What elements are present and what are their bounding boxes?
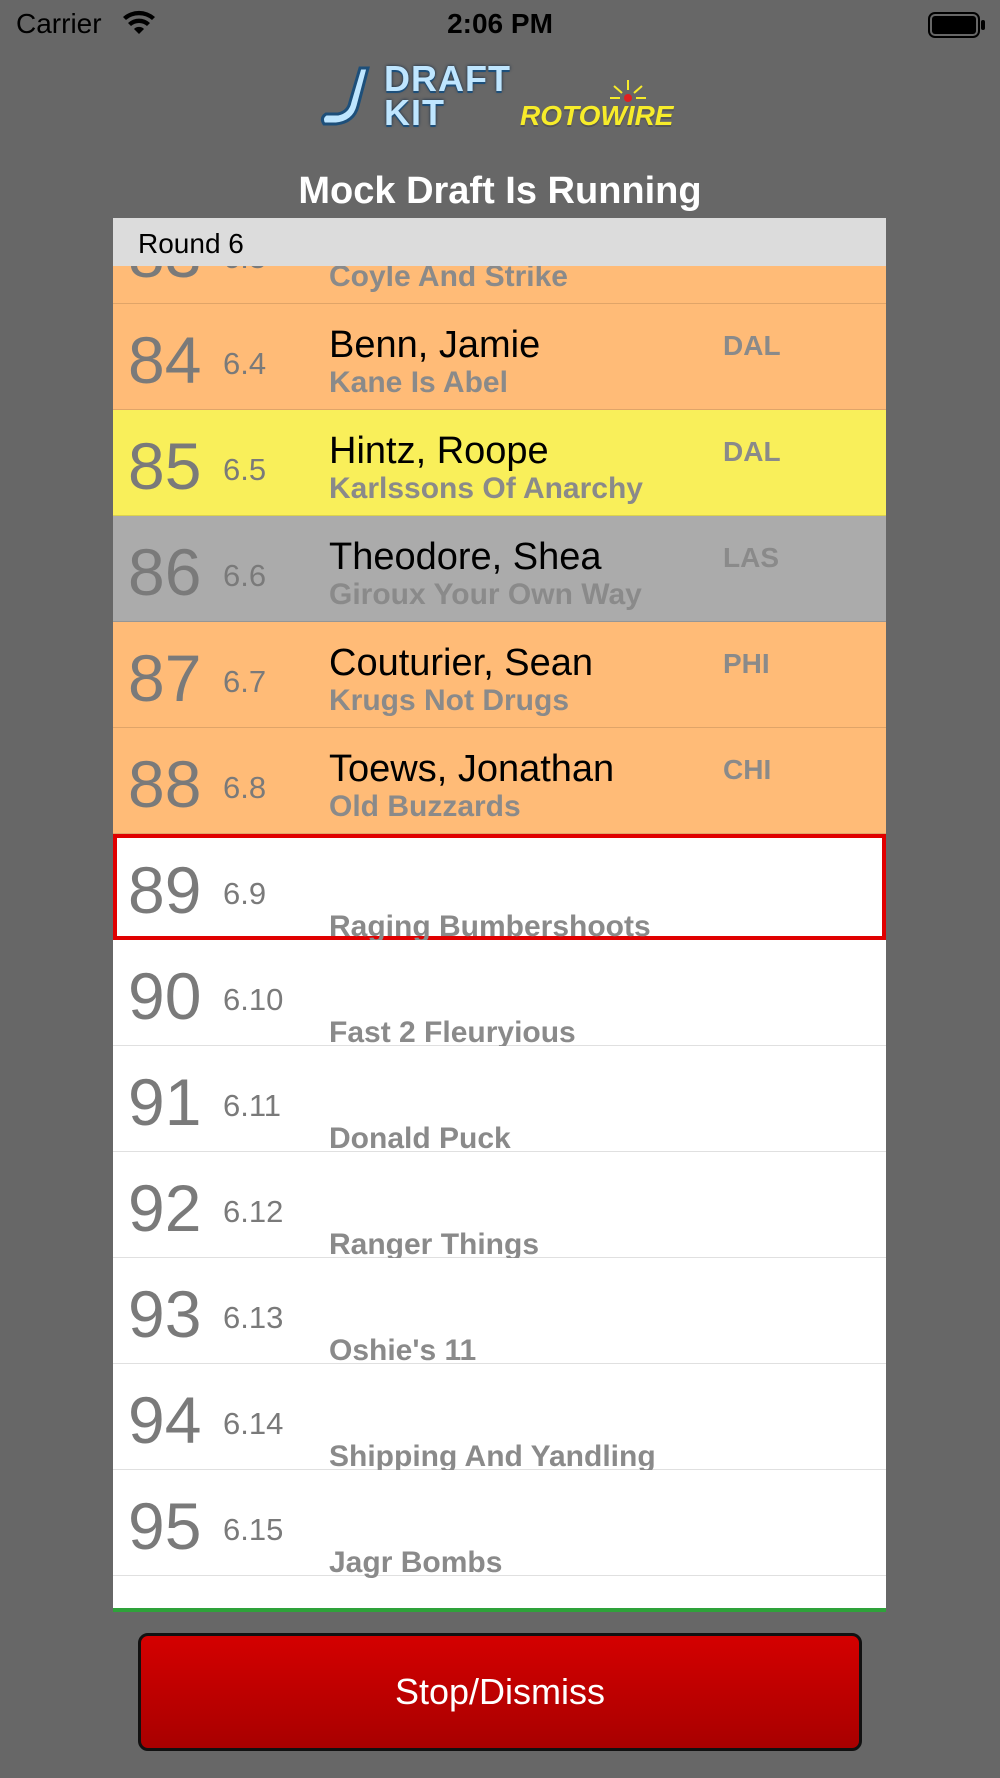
draft-row[interactable]: 90 6.10 Fast 2 Fleuryious: [113, 940, 886, 1049]
nhl-team-abbr: DAL: [723, 436, 781, 467]
nhl-team-abbr: PHI: [723, 648, 770, 679]
round-pick-number: 6.9: [223, 876, 267, 911]
draft-row[interactable]: 94 6.14 Shipping And Yandling: [113, 1364, 886, 1473]
fantasy-team-name: Kane Is Abel: [329, 366, 508, 399]
fantasy-team-name: Jagr Bombs: [329, 1546, 503, 1579]
draft-rows: 836.3Killorn, AlexCoyle And StrikeTAM846…: [113, 218, 886, 1579]
round-pick-number: 6.5: [223, 452, 267, 487]
round-header-label: Round 6: [138, 228, 244, 259]
fantasy-team-name: Ranger Things: [329, 1228, 540, 1261]
player-name: Toews, Jonathan: [329, 748, 615, 790]
draft-row[interactable]: 85 6.5 Hintz, Roope Karlssons Of Anarchy DAL: [113, 410, 886, 516]
overall-pick-number: 92: [128, 1171, 202, 1245]
draft-row[interactable]: 88 6.8 Toews, Jonathan Old Buzzards CHI: [113, 728, 886, 834]
fantasy-team-name: Shipping And Yandling: [329, 1440, 656, 1473]
overall-pick-number: 88: [128, 747, 202, 821]
overall-pick-number: 95: [128, 1489, 202, 1563]
draft-row-current[interactable]: 89 6.9 Raging Bumbershoots: [113, 834, 886, 943]
logo-text-kit: KIT: [384, 92, 445, 133]
fantasy-team-name: Karlssons Of Anarchy: [329, 472, 643, 505]
round-pick-number: 6.10: [223, 982, 284, 1017]
overall-pick-number: 94: [128, 1383, 202, 1457]
round-pick-number: 6.6: [223, 558, 267, 593]
fantasy-team-name: Oshie's 11: [329, 1334, 477, 1367]
draft-list[interactable]: Round 6 836.3Killorn, AlexCoyle And Stri…: [113, 218, 886, 1612]
draftkit-logo: DRAFT KIT ROTOWIRE: [318, 58, 682, 136]
round-pick-number: 6.12: [223, 1194, 284, 1229]
round-header: Round 6: [113, 218, 886, 266]
fantasy-team-name: Giroux Your Own Way: [329, 578, 642, 611]
fantasy-team-name: Raging Bumbershoots: [329, 910, 651, 943]
logo-text-draft: DRAFT: [384, 58, 511, 99]
draft-row[interactable]: 93 6.13 Oshie's 11: [113, 1258, 886, 1367]
overall-pick-number: 86: [128, 535, 202, 609]
player-name: Couturier, Sean: [329, 642, 594, 684]
draft-row[interactable]: 87 6.7 Couturier, Sean Krugs Not Drugs PHI: [113, 622, 886, 728]
nhl-team-abbr: LAS: [723, 542, 779, 573]
logo-text-rotowire: ROTOWIRE: [520, 100, 674, 131]
overall-pick-number: 85: [128, 429, 202, 503]
fantasy-team-name: Old Buzzards: [329, 790, 521, 823]
player-name: Benn, Jamie: [329, 324, 541, 366]
round-pick-number: 6.13: [223, 1300, 284, 1335]
nhl-team-abbr: CHI: [723, 754, 772, 785]
overall-pick-number: 84: [128, 323, 202, 397]
fantasy-team-name: Fast 2 Fleuryious: [329, 1016, 576, 1049]
round-pick-number: 6.14: [223, 1406, 284, 1441]
page-title: Mock Draft Is Running: [298, 170, 702, 212]
round-pick-number: 6.15: [223, 1512, 284, 1547]
draft-row[interactable]: 91 6.11 Donald Puck: [113, 1046, 886, 1155]
player-name: Theodore, Shea: [329, 536, 602, 578]
battery-icon: [928, 12, 985, 38]
clock: 2:06 PM: [447, 8, 553, 39]
round-pick-number: 6.11: [223, 1088, 282, 1123]
round-pick-number: 6.7: [223, 664, 267, 699]
player-name: Hintz, Roope: [329, 430, 549, 472]
overall-pick-number: 87: [128, 641, 202, 715]
round-pick-number: 6.4: [223, 346, 267, 381]
hockey-stick-icon: [320, 66, 370, 126]
draft-row[interactable]: 92 6.12 Ranger Things: [113, 1152, 886, 1261]
nhl-team-abbr: DAL: [723, 330, 781, 361]
draft-row[interactable]: 86 6.6 Theodore, Shea Giroux Your Own Way LA…: [113, 516, 886, 622]
overall-pick-number: 90: [128, 959, 202, 1033]
draft-row[interactable]: 95 6.15 Jagr Bombs: [113, 1470, 886, 1579]
overall-pick-number: 91: [128, 1065, 202, 1139]
list-divider: [113, 1608, 886, 1612]
round-pick-number: 6.8: [223, 770, 267, 805]
fantasy-team-name: Donald Puck: [329, 1122, 511, 1155]
overall-pick-number: 93: [128, 1277, 202, 1351]
status-bar: Carrier 2:06 PM: [0, 0, 1000, 50]
stop-dismiss-button[interactable]: Stop/Dismiss: [138, 1633, 862, 1751]
draft-row[interactable]: 84 6.4 Benn, Jamie Kane Is Abel DAL: [113, 304, 886, 410]
overall-pick-number: 89: [128, 853, 202, 927]
fantasy-team-name: Krugs Not Drugs: [329, 684, 569, 717]
